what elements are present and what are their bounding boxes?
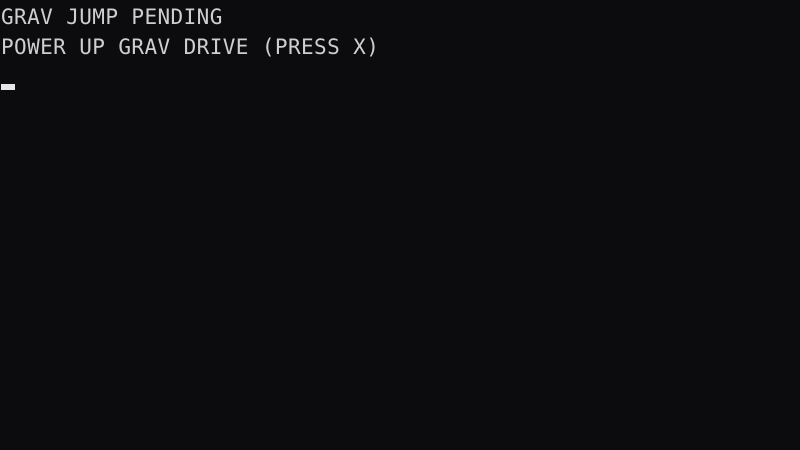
text-cursor [1,84,15,90]
terminal-window[interactable]: GRAV JUMP PENDING POWER UP GRAV DRIVE (P… [0,0,800,450]
instruction-line: POWER UP GRAV DRIVE (PRESS X) [1,35,380,59]
status-line: GRAV JUMP PENDING [1,5,223,29]
